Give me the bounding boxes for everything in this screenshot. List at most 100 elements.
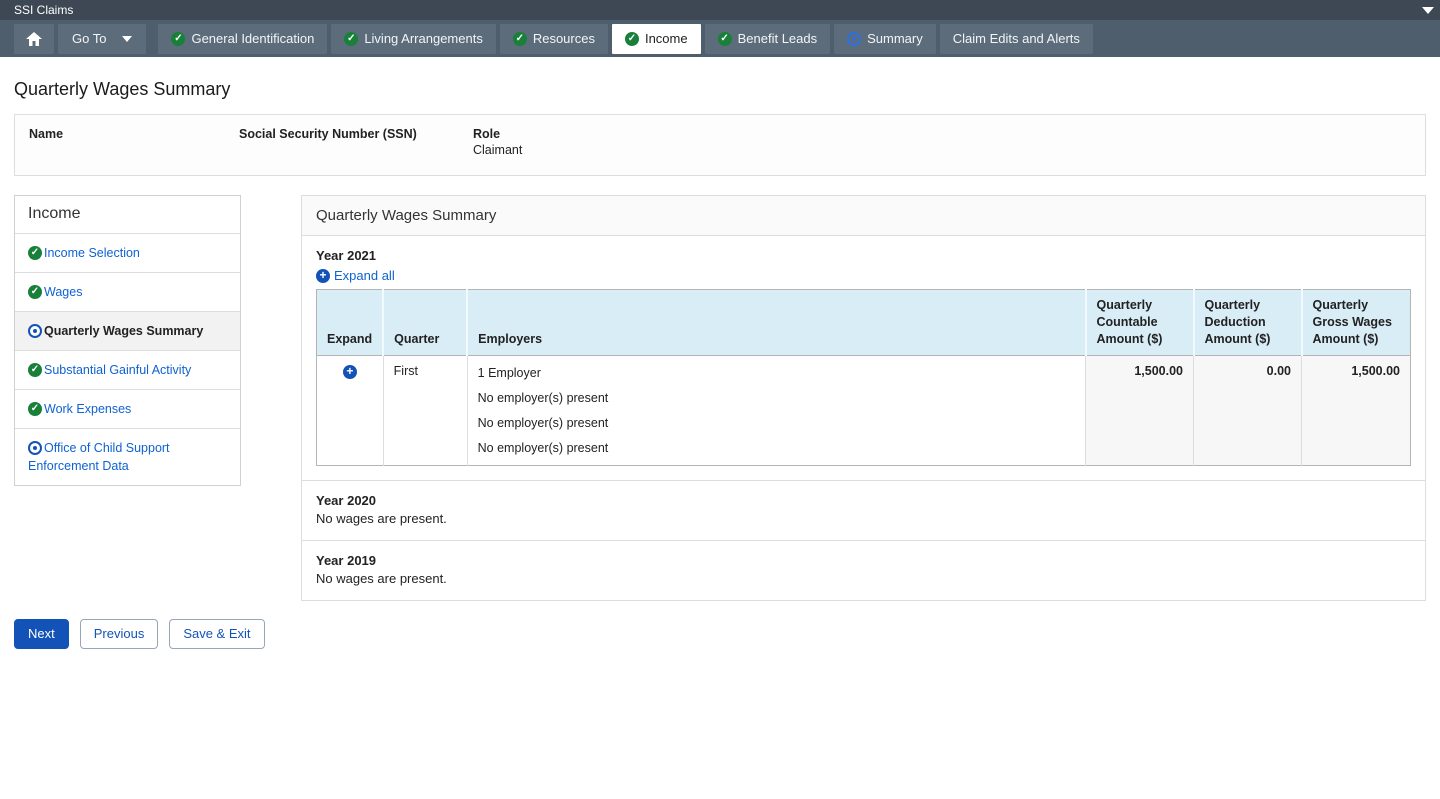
tab-income[interactable]: Income: [612, 24, 701, 54]
main-navbar: Go To General Identification Living Arran…: [0, 20, 1440, 57]
sidebar-item-office-of-child-support-enforcement-data[interactable]: Office of Child Support Enforcement Data: [15, 429, 240, 485]
cell-gross-amount: 1,500.00: [1302, 356, 1411, 466]
tab-label: Income: [645, 31, 688, 46]
tab-label: Living Arrangements: [364, 31, 483, 46]
status-complete-icon: [344, 32, 358, 46]
sidebar-item-income-selection[interactable]: Income Selection: [15, 234, 240, 273]
content-row: Income Income Selection Wages Quarterly Wa…: [14, 195, 1426, 601]
cell-countable-amount: 1,500.00: [1086, 356, 1194, 466]
income-sidebar: Income Income Selection Wages Quarterly Wa…: [14, 195, 241, 486]
nav-tabs: General Identification Living Arrangement…: [158, 24, 1092, 54]
plus-icon: [316, 269, 330, 283]
status-complete-icon: [718, 32, 732, 46]
titlebar-caret-icon[interactable]: [1422, 7, 1434, 14]
expand-row-button[interactable]: [343, 364, 357, 379]
col-header-quarterly-countable-amount: Quarterly Countable Amount ($): [1086, 290, 1194, 356]
tab-living-arrangements[interactable]: Living Arrangements: [331, 24, 496, 54]
tab-label: General Identification: [191, 31, 314, 46]
sidebar-item-label: Office of Child Support Enforcement Data: [28, 441, 170, 473]
sidebar-item-quarterly-wages-summary[interactable]: Quarterly Wages Summary: [15, 312, 240, 351]
sidebar-item-label: Quarterly Wages Summary: [44, 324, 203, 338]
tab-label: Benefit Leads: [738, 31, 818, 46]
goto-label: Go To: [72, 31, 106, 46]
sidebar-list: Income Selection Wages Quarterly Wages Sum…: [15, 234, 240, 485]
status-current-icon: [847, 32, 861, 46]
quarterly-wages-panel: Quarterly Wages Summary Year 2021 Expand …: [301, 195, 1426, 601]
quarterly-wages-table: ExpandQuarterEmployersQuarterly Countabl…: [316, 289, 1411, 466]
tab-summary[interactable]: Summary: [834, 24, 936, 54]
sidebar-item-label: Substantial Gainful Activity: [44, 363, 191, 377]
status-complete-icon: [171, 32, 185, 46]
sidebar-item-wages[interactable]: Wages: [15, 273, 240, 312]
status-complete-icon: [28, 363, 42, 377]
chevron-down-icon: [122, 36, 132, 42]
year-section-year-2020: Year 2020 No wages are present.: [302, 481, 1425, 541]
col-header-quarterly-deduction-amount: Quarterly Deduction Amount ($): [1194, 290, 1302, 356]
sidebar-item-label: Work Expenses: [44, 402, 131, 416]
year-title: Year 2021: [316, 248, 1411, 263]
person-info-bar: NameSocial Security Number (SSN)Role Clai…: [14, 114, 1426, 176]
tab-label: Summary: [867, 31, 923, 46]
plus-icon: [343, 365, 357, 379]
no-wages-text: No wages are present.: [316, 511, 1411, 526]
sidebar-title: Income: [15, 196, 240, 234]
cell-deduction-amount: 0.00: [1194, 356, 1302, 466]
cell-expand: [317, 356, 384, 466]
status-complete-icon: [28, 402, 42, 416]
tab-label: Resources: [533, 31, 595, 46]
home-button[interactable]: [14, 24, 54, 54]
person-field-value: [29, 143, 239, 159]
sidebar-item-work-expenses[interactable]: Work Expenses: [15, 390, 240, 429]
status-current-icon: [28, 441, 42, 455]
cell-employers: 1 Employer No employer(s) present No emplo…: [467, 356, 1085, 466]
employer-line: No employer(s) present: [478, 414, 1075, 432]
person-field-label: Social Security Number (SSN): [239, 127, 473, 141]
footer-buttons: Next Previous Save & Exit: [14, 619, 1426, 649]
no-wages-text: No wages are present.: [316, 571, 1411, 586]
person-field-role: Role Claimant: [473, 127, 522, 161]
person-field-value: Claimant: [473, 143, 522, 159]
tab-label: Claim Edits and Alerts: [953, 31, 1080, 46]
person-field-name: Name: [29, 127, 239, 161]
sidebar-item-substantial-gainful-activity[interactable]: Substantial Gainful Activity: [15, 351, 240, 390]
cell-quarter: First: [383, 356, 467, 466]
person-field-value: [239, 143, 473, 159]
employer-line: No employer(s) present: [478, 439, 1075, 457]
status-complete-icon: [625, 32, 639, 46]
employer-line: 1 Employer: [478, 364, 1075, 382]
previous-button[interactable]: Previous: [80, 619, 159, 649]
status-complete-icon: [28, 285, 42, 299]
employer-line: No employer(s) present: [478, 389, 1075, 407]
year-sections: Year 2021 Expand all ExpandQuarterEmployer…: [302, 236, 1425, 600]
tab-claim-edits-and-alerts[interactable]: Claim Edits and Alerts: [940, 24, 1093, 54]
page-title: Quarterly Wages Summary: [14, 79, 1426, 100]
home-icon: [26, 32, 42, 46]
titlebar: SSI Claims: [0, 0, 1440, 20]
col-header-expand: Expand: [317, 290, 384, 356]
next-button[interactable]: Next: [14, 619, 69, 649]
col-header-quarterly-gross-wages-amount: Quarterly Gross Wages Amount ($): [1302, 290, 1411, 356]
year-title: Year 2019: [316, 553, 1411, 568]
year-section-year-2019: Year 2019 No wages are present.: [302, 541, 1425, 600]
col-header-employers: Employers: [467, 290, 1085, 356]
person-field-label: Role: [473, 127, 522, 141]
status-complete-icon: [28, 246, 42, 260]
year-section-year-2021: Year 2021 Expand all ExpandQuarterEmployer…: [302, 236, 1425, 481]
person-field-label: Name: [29, 127, 239, 141]
sidebar-item-label: Income Selection: [44, 246, 140, 260]
person-field-social-security-number-ssn: Social Security Number (SSN): [239, 127, 473, 161]
expand-all-label: Expand all: [334, 268, 395, 283]
year-title: Year 2020: [316, 493, 1411, 508]
tab-general-identification[interactable]: General Identification: [158, 24, 327, 54]
status-current-icon: [28, 324, 42, 338]
expand-all-link[interactable]: Expand all: [316, 268, 395, 283]
status-complete-icon: [513, 32, 527, 46]
wages-row: First 1 Employer No employer(s) present No …: [317, 356, 1411, 466]
sidebar-item-label: Wages: [44, 285, 82, 299]
tab-benefit-leads[interactable]: Benefit Leads: [705, 24, 831, 54]
goto-button[interactable]: Go To: [58, 24, 146, 54]
tab-resources[interactable]: Resources: [500, 24, 608, 54]
panel-title: Quarterly Wages Summary: [302, 196, 1425, 236]
col-header-quarter: Quarter: [383, 290, 467, 356]
save-exit-button[interactable]: Save & Exit: [169, 619, 264, 649]
